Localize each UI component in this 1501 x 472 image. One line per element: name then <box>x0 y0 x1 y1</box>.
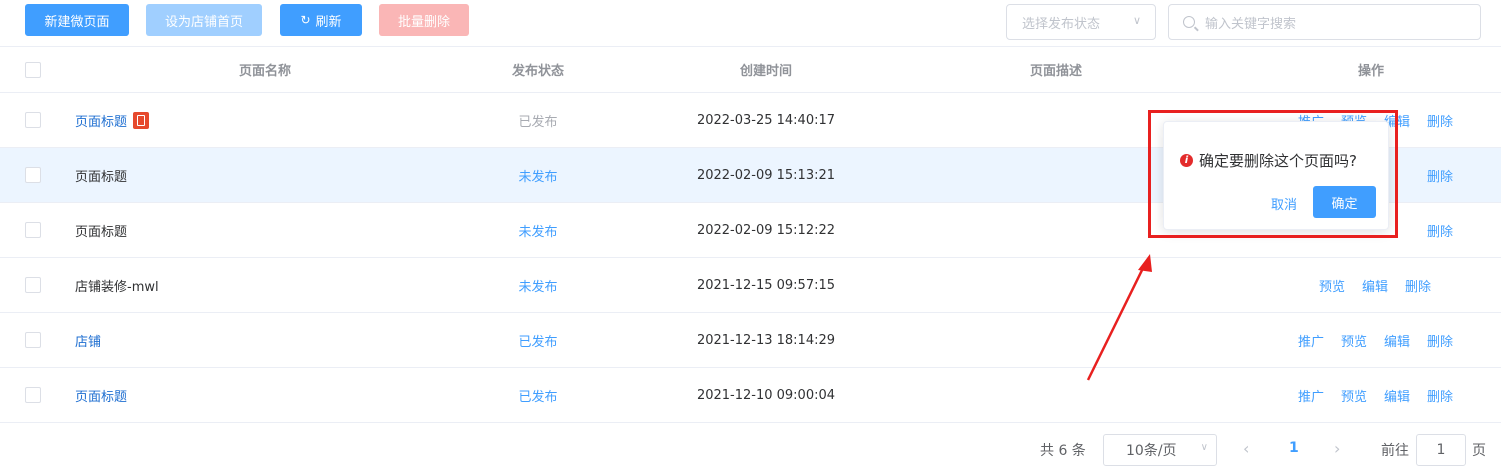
delete-link[interactable]: 删除 <box>1427 166 1453 185</box>
page-name-link[interactable]: 页面标题 <box>75 111 127 130</box>
search-icon <box>1183 16 1195 28</box>
table-row: 店铺 已发布 2021-12-13 18:14:29 推广 预览 编辑 删除 <box>0 313 1501 368</box>
set-home-button[interactable]: 设为店铺首页 <box>146 4 262 36</box>
row-checkbox[interactable] <box>25 167 41 183</box>
prev-page-button[interactable]: ‹ <box>1243 439 1249 458</box>
created-time: 2022-03-25 14:40:17 <box>696 112 836 128</box>
promote-link[interactable]: 推广 <box>1298 386 1324 405</box>
row-actions: 预览 编辑 删除 <box>1201 258 1501 312</box>
delete-link[interactable]: 删除 <box>1427 386 1453 405</box>
page-name-link[interactable]: 店铺 <box>75 313 455 367</box>
status-text: 已发布 <box>518 389 558 405</box>
row-checkbox[interactable] <box>25 277 41 293</box>
goto-unit: 页 <box>1472 443 1486 459</box>
created-time: 2021-12-10 09:00:04 <box>696 387 836 403</box>
page-size-value: 10条/页 <box>1126 443 1177 459</box>
table-row: 店铺装修-mwl 未发布 2021-12-15 09:57:15 预览 编辑 删… <box>0 258 1501 313</box>
promote-link[interactable]: 推广 <box>1298 331 1324 350</box>
page-name-link[interactable]: 页面标题 <box>75 368 455 422</box>
page-name: 页面标题 <box>75 224 128 240</box>
pagination-total: 共 6 条 <box>1040 443 1086 459</box>
refresh-label: 刷新 <box>315 13 342 29</box>
edit-link[interactable]: 编辑 <box>1384 386 1410 405</box>
status-filter-select[interactable]: 选择发布状态 ∨ <box>1006 4 1156 40</box>
status-text: 未发布 <box>518 279 558 295</box>
current-page-number[interactable]: 1 <box>1289 440 1299 456</box>
row-actions: 推广 预览 编辑 删除 <box>1201 368 1501 422</box>
status-text: 已发布 <box>518 334 558 350</box>
preview-link[interactable]: 预览 <box>1341 386 1367 405</box>
new-page-button[interactable]: 新建微页面 <box>25 4 129 36</box>
batch-delete-button[interactable]: 批量删除 <box>379 4 469 36</box>
col-name-header: 页面名称 <box>238 64 291 79</box>
delete-link[interactable]: 删除 <box>1427 331 1453 350</box>
annotation-highlight-box <box>1148 110 1398 238</box>
created-time: 2021-12-15 09:57:15 <box>696 277 836 293</box>
table-header: 页面名称 发布状态 创建时间 页面描述 操作 <box>0 46 1501 93</box>
row-checkbox[interactable] <box>25 222 41 238</box>
col-desc-header: 页面描述 <box>1029 64 1082 79</box>
search-placeholder: 输入关键字搜索 <box>1205 16 1297 32</box>
col-ops-header: 操作 <box>1357 64 1384 79</box>
row-checkbox[interactable] <box>25 112 41 128</box>
page-size-select[interactable]: 10条/页 ∨ <box>1103 434 1217 466</box>
row-checkbox[interactable] <box>25 387 41 403</box>
goto-label: 前往 <box>1381 443 1409 459</box>
status-filter-placeholder: 选择发布状态 <box>1022 16 1101 32</box>
chevron-down-icon: ∨ <box>1132 14 1141 27</box>
delete-link[interactable]: 删除 <box>1427 221 1453 240</box>
preview-link[interactable]: 预览 <box>1341 331 1367 350</box>
col-status-header: 发布状态 <box>511 64 564 79</box>
delete-link[interactable]: 删除 <box>1405 276 1431 295</box>
created-time: 2022-02-09 15:12:22 <box>696 222 836 238</box>
next-page-button[interactable]: › <box>1334 439 1340 458</box>
toolbar: 新建微页面 设为店铺首页 ↻ 刷新 批量删除 选择发布状态 ∨ 输入关键字搜索 <box>0 0 1501 46</box>
row-actions: 推广 预览 编辑 删除 <box>1201 313 1501 367</box>
edit-link[interactable]: 编辑 <box>1362 276 1388 295</box>
table-row: 页面标题 已发布 2021-12-10 09:00:04 推广 预览 编辑 删除 <box>0 368 1501 423</box>
chevron-down-icon: ∨ <box>1200 442 1208 453</box>
mobile-home-icon <box>133 111 150 129</box>
status-text: 已发布 <box>518 114 558 130</box>
created-time: 2021-12-13 18:14:29 <box>696 332 836 348</box>
search-input[interactable]: 输入关键字搜索 <box>1168 4 1481 40</box>
row-checkbox[interactable] <box>25 332 41 348</box>
status-text: 未发布 <box>518 169 558 185</box>
refresh-icon: ↻ <box>300 13 311 27</box>
refresh-button[interactable]: ↻ 刷新 <box>280 4 362 36</box>
created-time: 2022-02-09 15:13:21 <box>696 167 836 183</box>
edit-link[interactable]: 编辑 <box>1384 331 1410 350</box>
col-created-header: 创建时间 <box>739 64 792 79</box>
annotation-arrow <box>1086 254 1152 381</box>
preview-link[interactable]: 预览 <box>1319 276 1345 295</box>
select-all-checkbox[interactable] <box>25 61 41 78</box>
page-name: 页面标题 <box>75 169 128 185</box>
status-text: 未发布 <box>518 224 558 240</box>
pagination: 共 6 条 10条/页 ∨ ‹ 1 › 前往 1 页 <box>0 428 1501 472</box>
delete-link[interactable]: 删除 <box>1427 111 1453 130</box>
page-name: 店铺装修-mwl <box>75 279 159 295</box>
goto-page-input[interactable]: 1 <box>1416 434 1466 466</box>
